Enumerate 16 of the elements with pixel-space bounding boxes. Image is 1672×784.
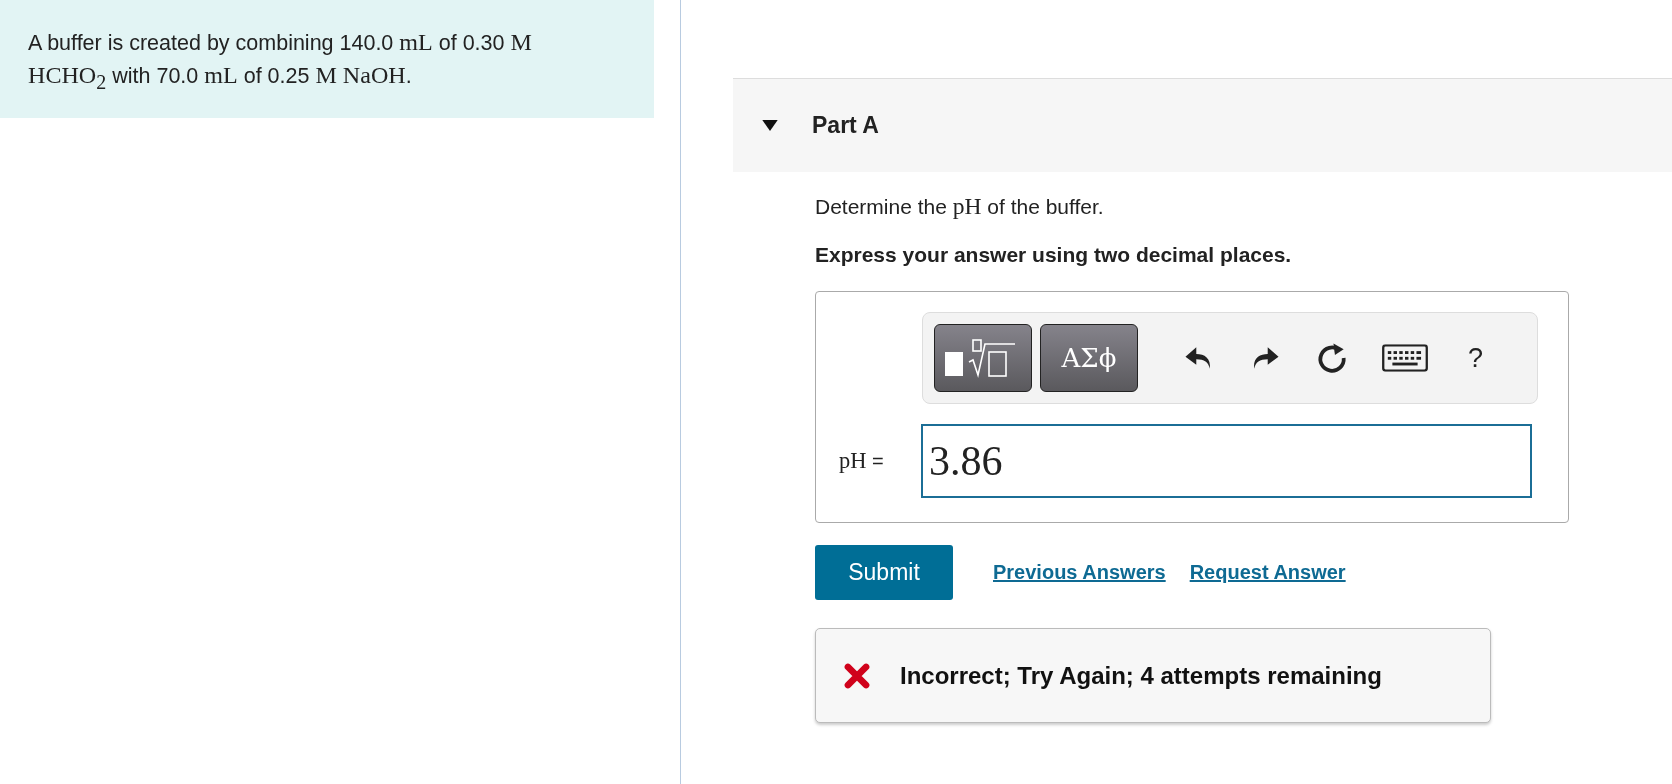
templates-button[interactable] [934, 324, 1032, 392]
submit-button[interactable]: Submit [815, 545, 953, 600]
symbols-button[interactable]: ΑΣϕ [1040, 324, 1138, 392]
part-header[interactable]: Part A [733, 78, 1672, 172]
keyboard-icon[interactable] [1381, 344, 1429, 372]
expand-triangle-icon[interactable] [762, 120, 778, 131]
answer-link[interactable]: Request Answer [1189, 561, 1346, 584]
answer-link[interactable]: Previous Answers [993, 561, 1166, 584]
help-button[interactable]: ? [1462, 341, 1490, 375]
feedback-message: Incorrect; Try Again; 4 attempts remaining [900, 661, 1382, 690]
instruction-text: Express your answer using two decimal places. [815, 243, 1293, 267]
answer-input[interactable]: 3.86 [921, 424, 1532, 498]
part-title: Part A [812, 112, 879, 139]
answer-label: pH = [839, 448, 885, 474]
problem-text: A buffer is created by combining 140.0 mL of 0.30 M HCHO$_{2}$ with 70.0 mL of 0.25 M NaOH. [28, 28, 533, 95]
question-text: Determine the pH of the buffer. [815, 192, 1105, 221]
